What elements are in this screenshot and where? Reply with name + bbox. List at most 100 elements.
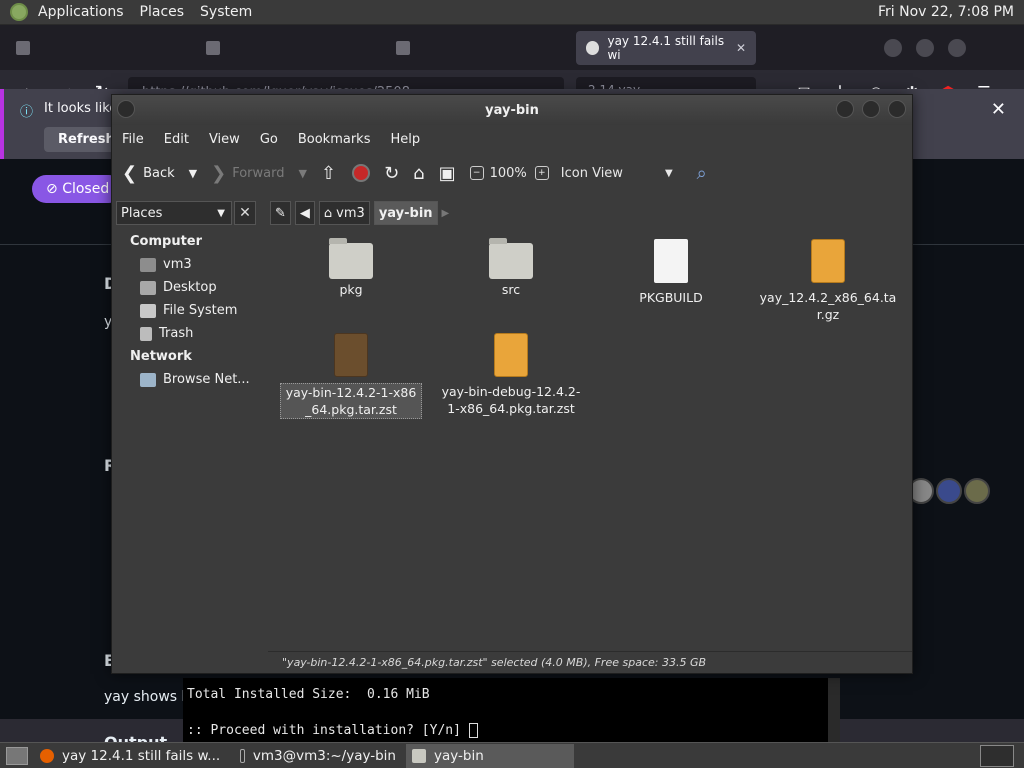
- file-item-selected[interactable]: yay-bin-12.4.2-1-x86_64.pkg.tar.zst: [280, 333, 422, 419]
- menu-bar: File Edit View Go Bookmarks Help: [112, 125, 912, 153]
- archive-icon: [494, 333, 528, 377]
- sidebar-heading-computer: Computer: [130, 234, 203, 249]
- breadcrumb-left-arrow[interactable]: ◀: [294, 201, 315, 225]
- places-sidebar: Computer vm3 Desktop File System Trash N…: [112, 229, 264, 673]
- show-desktop-button[interactable]: [6, 746, 28, 765]
- close-button[interactable]: [888, 100, 906, 118]
- tab-close-icon[interactable]: ✕: [736, 41, 746, 55]
- browser-close-button[interactable]: [948, 38, 966, 57]
- menu-file[interactable]: File: [112, 132, 154, 147]
- zoom-level[interactable]: 100%: [490, 166, 527, 181]
- terminal-cursor: [468, 723, 478, 738]
- taskbar-item-firefox[interactable]: yay 12.4.1 still fails w...: [34, 744, 230, 768]
- back-button[interactable]: ❮ Back: [122, 163, 175, 184]
- sidebar-type-select[interactable]: Places ▼: [116, 201, 232, 225]
- menu-help[interactable]: Help: [380, 132, 430, 147]
- file-item[interactable]: src: [436, 238, 586, 298]
- terminal-prompt-line: :: Proceed with installation? [Y/n]: [187, 722, 828, 740]
- sidebar-item-trash[interactable]: Trash: [112, 322, 264, 345]
- zoom-in-icon[interactable]: +: [534, 166, 549, 180]
- toolbar: ❮ Back ▼ ❯ Forward ▼ ⇧ ↻ ⌂ ▣ − 100% + Icon…: [112, 153, 912, 193]
- breadcrumb-label: yay-bin: [378, 205, 433, 221]
- browser-minimize-button[interactable]: [884, 38, 902, 57]
- github-icon: [586, 40, 600, 55]
- sidebar-item-label: Desktop: [163, 280, 217, 295]
- browser-maximize-button[interactable]: [916, 38, 934, 57]
- mate-logo-icon[interactable]: [10, 3, 28, 21]
- view-mode-dropdown-icon[interactable]: ▼: [665, 168, 673, 179]
- taskbar-item-terminal[interactable]: vm3@vm3:~/yay-bin: [234, 744, 402, 768]
- zoom-out-icon[interactable]: −: [469, 166, 484, 180]
- file-name: PKGBUILD: [639, 290, 703, 305]
- menu-view[interactable]: View: [199, 132, 250, 147]
- info-bar-close-icon[interactable]: ✕: [991, 99, 1006, 120]
- check-circle-icon: ⊘: [46, 181, 63, 197]
- network-icon: [140, 372, 156, 387]
- minimize-button[interactable]: [836, 100, 854, 118]
- toggle-location-entry-button[interactable]: ✎: [270, 201, 291, 225]
- sidebar-type-label: Places: [121, 205, 163, 221]
- window-title: yay-bin: [485, 102, 539, 118]
- browser-tab[interactable]: [196, 31, 386, 65]
- icon-view[interactable]: pkg src PKGBUILD yay_12.4.2_x86_64.tar.g…: [268, 229, 912, 647]
- taskbar-item-file-manager[interactable]: yay-bin: [406, 743, 574, 768]
- menu-bookmarks[interactable]: Bookmarks: [288, 132, 381, 147]
- applications-menu[interactable]: Applications: [30, 4, 132, 20]
- sidebar-item-label: File System: [163, 303, 238, 318]
- breadcrumb-right-arrow-icon[interactable]: ▶: [442, 208, 450, 219]
- tab-label: yay 12.4.1 still fails wi: [607, 33, 725, 62]
- file-name: yay_12.4.2_x86_64.tar.gz: [759, 290, 897, 322]
- back-history-dropdown-icon[interactable]: ▼: [189, 167, 197, 180]
- window-titlebar[interactable]: yay-bin: [112, 95, 912, 125]
- clock[interactable]: Fri Nov 22, 7:08 PM: [878, 4, 1024, 20]
- sidebar-item-browse-network[interactable]: Browse Net...: [112, 368, 264, 391]
- edit-icon: ✎: [275, 205, 286, 221]
- breadcrumb-yay-bin[interactable]: yay-bin: [373, 201, 438, 225]
- breadcrumb-vm3[interactable]: ⌂ vm3: [318, 201, 370, 225]
- window-menu-button[interactable]: [117, 100, 135, 118]
- breadcrumb-label: vm3: [336, 205, 365, 221]
- forward-button[interactable]: ❯ Forward: [211, 163, 284, 184]
- taskbar-item-label: yay 12.4.1 still fails w...: [62, 747, 221, 764]
- menu-edit[interactable]: Edit: [154, 132, 199, 147]
- home-icon[interactable]: ⌂: [413, 163, 424, 184]
- menu-go[interactable]: Go: [250, 132, 288, 147]
- browser-tab[interactable]: [6, 31, 196, 65]
- sidebar-close-button[interactable]: ✕: [234, 201, 256, 225]
- sidebar-item-desktop[interactable]: Desktop: [112, 276, 264, 299]
- maximize-button[interactable]: [862, 100, 880, 118]
- places-menu[interactable]: Places: [132, 4, 193, 20]
- system-menu[interactable]: System: [192, 4, 260, 20]
- home-folder-icon: ⌂: [323, 205, 333, 221]
- file-item[interactable]: PKGBUILD: [596, 239, 746, 306]
- terminal-output[interactable]: Total Installed Size: 0.16 MiB :: Procee…: [183, 678, 828, 742]
- up-arrow-icon[interactable]: ⇧: [321, 163, 336, 184]
- stop-icon[interactable]: [352, 164, 371, 182]
- file-item[interactable]: pkg: [276, 238, 426, 298]
- forward-arrow-icon: ❯: [211, 162, 227, 184]
- back-label: Back: [143, 165, 175, 181]
- drive-icon: [140, 303, 156, 318]
- reload-icon[interactable]: ↻: [384, 163, 399, 184]
- view-mode-select[interactable]: Icon View: [561, 166, 623, 181]
- browser-tab-active[interactable]: yay 12.4.1 still fails wi ✕: [576, 30, 756, 65]
- file-item[interactable]: yay_12.4.2_x86_64.tar.gz: [756, 239, 900, 323]
- file-item[interactable]: yay-bin-debug-12.4.2-1-x86_64.pkg.tar.zs…: [436, 333, 586, 417]
- search-icon[interactable]: ⌕: [697, 163, 707, 184]
- terminal-scrollbar[interactable]: [828, 678, 840, 742]
- sidebar-item-label: vm3: [163, 257, 192, 272]
- computer-icon[interactable]: ▣: [439, 163, 456, 184]
- sidebar-heading-network: Network: [130, 349, 192, 364]
- tab-favicon-icon: [16, 40, 30, 55]
- sidebar-item-file-system[interactable]: File System: [112, 299, 264, 322]
- folder-icon: [489, 238, 533, 279]
- sidebar-item-vm3[interactable]: vm3: [112, 253, 264, 276]
- forward-history-dropdown-icon[interactable]: ▼: [299, 167, 307, 180]
- browser-tab[interactable]: [386, 31, 576, 65]
- back-arrow-icon: ❮: [122, 162, 138, 184]
- terminal-icon: [240, 748, 245, 763]
- avatar[interactable]: [936, 478, 962, 504]
- avatar[interactable]: [964, 478, 990, 504]
- workspace-switcher[interactable]: [980, 744, 1014, 767]
